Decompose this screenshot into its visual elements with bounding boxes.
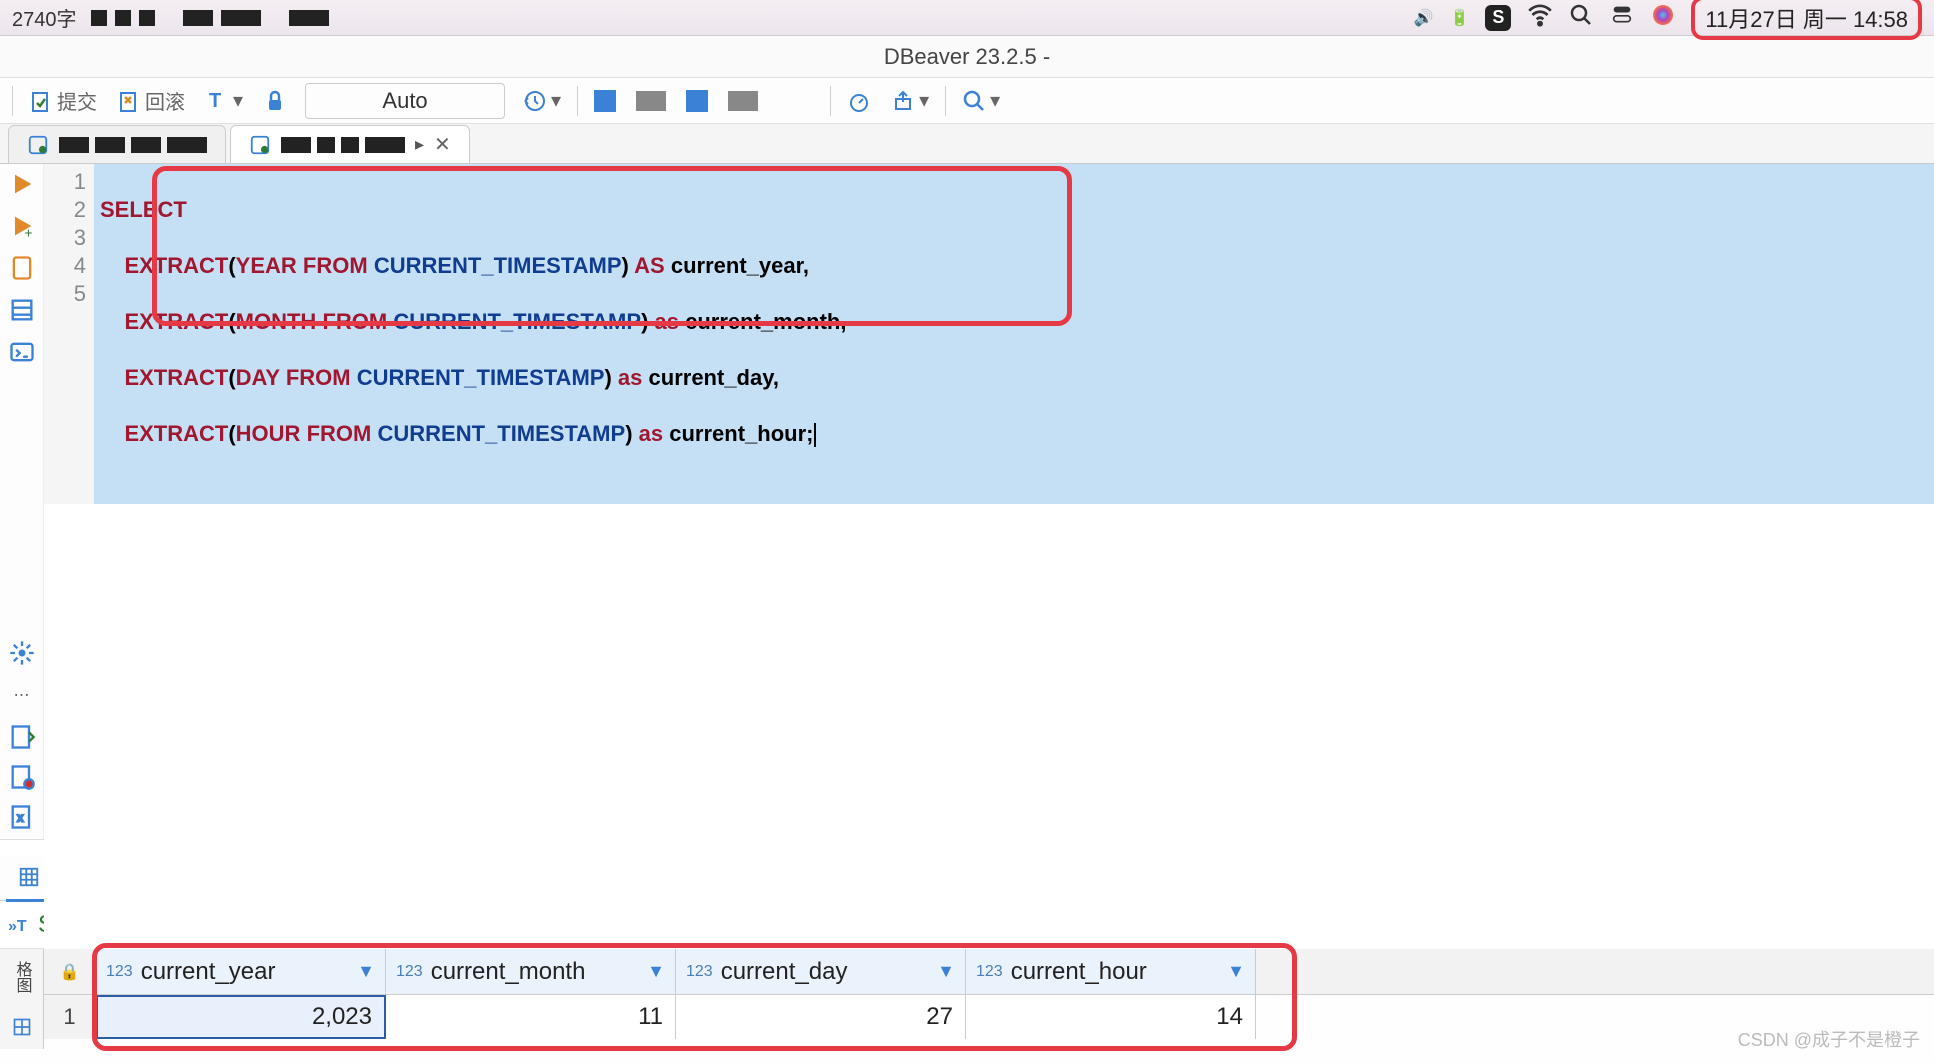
macos-menubar: 2740字 🔊 🔋 S 11月27日 周一 14:58 bbox=[0, 0, 1934, 36]
redacted-tab-1-label bbox=[59, 137, 207, 153]
search-button[interactable]: ▾ bbox=[954, 84, 1008, 117]
svg-text:x: x bbox=[17, 812, 23, 825]
code-area[interactable]: SELECT EXTRACT(YEAR FROM CURRENT_TIMESTA… bbox=[94, 164, 1934, 504]
editor-tab-2-active[interactable]: ▸ ✕ bbox=[230, 125, 470, 163]
sort-icon[interactable]: ▼ bbox=[357, 961, 375, 982]
more-icon[interactable]: ⋯ bbox=[8, 681, 36, 709]
rollback-button[interactable]: 回滚 bbox=[109, 82, 193, 119]
export-button[interactable]: ▾ bbox=[883, 84, 937, 117]
main-toolbar: 提交 回滚 T▾ Auto ▾ ▾ ▾ bbox=[0, 78, 1934, 124]
control-center-icon[interactable] bbox=[1609, 5, 1635, 30]
dashboard-button[interactable] bbox=[839, 85, 879, 117]
terminal-icon[interactable] bbox=[8, 338, 36, 366]
run-add-icon[interactable]: + bbox=[8, 212, 36, 240]
save-icon[interactable] bbox=[8, 723, 36, 751]
results-side-strip[interactable]: 格图 bbox=[0, 949, 44, 1049]
svg-text:»T: »T bbox=[8, 918, 27, 935]
plan-icon[interactable] bbox=[8, 296, 36, 324]
svg-text:+: + bbox=[24, 225, 32, 240]
svg-text:T: T bbox=[209, 90, 221, 112]
isolation-combo[interactable]: Auto bbox=[305, 83, 505, 119]
commit-label: 提交 bbox=[57, 86, 97, 115]
wifi-icon[interactable] bbox=[1527, 2, 1553, 33]
sort-icon[interactable]: ▼ bbox=[1227, 961, 1245, 982]
layout-btn-3[interactable] bbox=[678, 86, 716, 116]
wordcount-label: 2740字 bbox=[12, 3, 77, 32]
rollback-label: 回滚 bbox=[145, 86, 185, 115]
siri-icon[interactable] bbox=[1651, 3, 1675, 32]
run-icon[interactable] bbox=[8, 170, 36, 198]
window-titlebar: DBeaver 23.2.5 - bbox=[0, 36, 1934, 78]
export-icon[interactable]: x bbox=[8, 803, 36, 831]
script-icon[interactable] bbox=[8, 254, 36, 282]
col-head-current-day[interactable]: 123 current_day ▼ bbox=[676, 949, 966, 994]
transaction-mode-button[interactable]: T▾ bbox=[197, 84, 251, 117]
line-numbers: 1 2 3 4 5 bbox=[44, 164, 94, 504]
isolation-value: Auto bbox=[382, 88, 427, 114]
col-head-current-hour[interactable]: 123 current_hour ▼ bbox=[966, 949, 1256, 994]
editor-tabs: ▸ ✕ bbox=[0, 124, 1934, 164]
window-title: DBeaver 23.2.5 - bbox=[884, 44, 1050, 70]
watermark: CSDN @成子不是橙子 bbox=[1738, 1026, 1920, 1052]
battery-icon[interactable]: 🔋 bbox=[1449, 8, 1469, 28]
lock-icon: 🔒 bbox=[60, 962, 80, 982]
clock[interactable]: 11月27日 周一 14:58 bbox=[1691, 0, 1922, 40]
cell-current-hour[interactable]: 14 bbox=[966, 995, 1256, 1039]
col-head-current-year[interactable]: 123 current_year ▼ bbox=[96, 949, 386, 994]
spotlight-icon[interactable] bbox=[1569, 3, 1593, 32]
main-area: + ⋯ x 1 2 3 4 5 SELECT EXTRACT(YEAR FROM… bbox=[0, 164, 1934, 839]
results-grid: 🔒 123 current_year ▼ 123 current_month ▼… bbox=[44, 949, 1934, 1049]
sogou-ime-icon[interactable]: S bbox=[1485, 5, 1511, 31]
filter-sql-icon[interactable]: »T bbox=[6, 913, 30, 937]
volume-icon[interactable]: 🔊 bbox=[1414, 8, 1434, 28]
redacted-menu-items bbox=[91, 10, 329, 26]
editor-tab-1[interactable] bbox=[8, 125, 226, 163]
side-strip-label: 格图 bbox=[10, 961, 34, 993]
sort-icon[interactable]: ▼ bbox=[937, 961, 955, 982]
row-number-header[interactable]: 🔒 bbox=[44, 949, 96, 994]
cell-current-day[interactable]: 27 bbox=[676, 995, 966, 1039]
table-row[interactable]: 1 2,023 11 27 14 bbox=[44, 995, 1934, 1039]
editor-left-toolbar: + ⋯ x bbox=[0, 164, 44, 839]
commit-button[interactable]: 提交 bbox=[21, 82, 105, 119]
redacted-tab-2-label bbox=[281, 137, 405, 153]
sort-icon[interactable]: ▼ bbox=[647, 961, 665, 982]
save-error-icon[interactable] bbox=[8, 763, 36, 791]
sql-editor[interactable]: 1 2 3 4 5 SELECT EXTRACT(YEAR FROM CURRE… bbox=[44, 164, 1934, 839]
row-number[interactable]: 1 bbox=[44, 995, 96, 1039]
layout-btn-4[interactable] bbox=[720, 87, 766, 115]
layout-btn-1[interactable] bbox=[586, 86, 624, 116]
settings-icon[interactable] bbox=[8, 639, 36, 667]
lock-button[interactable] bbox=[255, 85, 295, 117]
cell-current-year[interactable]: 2,023 bbox=[96, 995, 386, 1039]
cell-current-month[interactable]: 11 bbox=[386, 995, 676, 1039]
layout-btn-2[interactable] bbox=[628, 87, 674, 115]
col-head-current-month[interactable]: 123 current_month ▼ bbox=[386, 949, 676, 994]
results-grid-wrap: 格图 🔒 123 current_year ▼ 123 current_mont… bbox=[0, 949, 1934, 1049]
history-button[interactable]: ▾ bbox=[515, 84, 569, 117]
close-tab-icon[interactable]: ✕ bbox=[434, 132, 451, 157]
grid-view-icon[interactable] bbox=[12, 1017, 32, 1037]
